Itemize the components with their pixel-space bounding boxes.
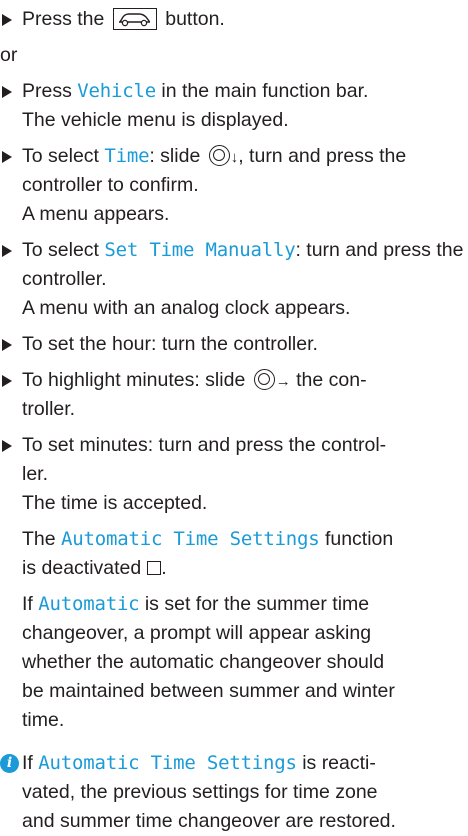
arrow-right-icon: →: [275, 373, 291, 390]
step-text: the con-: [296, 369, 367, 391]
note-text: changeover, a prompt will appear asking: [22, 622, 372, 644]
menu-term-automatic-time-settings: Automatic Time Settings: [38, 752, 297, 774]
note-text: If: [22, 593, 33, 615]
step-text: Press: [22, 80, 72, 102]
note-the: The: [22, 528, 56, 550]
bullet-triangle-icon: [2, 375, 12, 387]
note-summer-time: If Automatic is set for the summer time …: [0, 590, 468, 735]
step-text: Press the: [22, 8, 105, 30]
controller-icon: [208, 145, 230, 166]
controller-icon: [253, 369, 275, 390]
or-separator: or: [0, 44, 18, 66]
menu-term-set-time-manually: Set Time Manually: [104, 239, 296, 261]
info-text: and summer time changeover are restored.: [22, 810, 396, 832]
info-note: i If Automatic Time Settings is reacti- …: [0, 749, 468, 836]
checkbox-unchecked-icon: [147, 561, 162, 575]
step-text: button.: [165, 8, 225, 30]
note-text: be maintained between summer and winter: [22, 680, 395, 702]
step-result: The vehicle menu is displayed.: [22, 109, 289, 131]
step-highlight-minutes: To highlight minutes: slide → the con- t…: [0, 366, 468, 424]
bullet-triangle-icon: [2, 440, 12, 452]
step-text: To set the hour: turn the controller.: [22, 333, 318, 355]
step-set-minutes: To set minutes: turn and press the contr…: [0, 431, 468, 489]
step-text: To select: [22, 145, 99, 167]
step-text: To set minutes: turn and press the contr…: [22, 434, 387, 456]
info-text: is reacti-: [302, 752, 376, 774]
step-result: A menu appears.: [22, 203, 170, 225]
step-set-hour: To set the hour: turn the controller.: [0, 330, 468, 359]
note-text: function: [324, 528, 394, 550]
menu-term-automatic-time-settings: Automatic Time Settings: [61, 528, 320, 550]
note-deactivated: If The Automatic Time Settings function …: [22, 528, 394, 579]
note-text: is set for the summer time: [144, 593, 370, 615]
step-result: A menu with an analog clock appears.: [22, 297, 351, 319]
step-select-time: To select Time: slide ↓, turn and press …: [0, 142, 468, 200]
note-text: is deactivated: [22, 557, 142, 579]
note-text: whether the automatic changeover should: [22, 651, 385, 673]
step-press-car-button: Press the button.: [0, 5, 468, 34]
info-icon: i: [0, 754, 19, 773]
menu-term-time: Time: [104, 145, 150, 167]
note-text: time.: [22, 709, 65, 731]
step-result: The time is accepted.: [22, 492, 208, 514]
bullet-triangle-icon: [2, 151, 12, 163]
bullet-triangle-icon: [2, 339, 12, 351]
step-text: ler.: [22, 463, 49, 485]
menu-term-vehicle: Vehicle: [77, 80, 156, 102]
step-press-vehicle: Press Vehicle in the main function bar.: [0, 77, 468, 106]
instruction-page: Press the button. or Press Vehicle in th…: [0, 0, 468, 836]
bullet-triangle-icon: [2, 245, 12, 257]
info-text: If: [22, 752, 33, 774]
step-text: troller.: [22, 398, 76, 420]
car-button-icon: [112, 8, 157, 30]
menu-term-automatic: Automatic: [38, 593, 140, 615]
bullet-triangle-icon: [2, 86, 12, 98]
step-text: To highlight minutes: slide: [22, 369, 246, 391]
info-text: vated, the previous settings for time zo…: [22, 781, 378, 803]
step-select-set-time-manually: To select Set Time Manually: turn and pr…: [0, 236, 468, 294]
step-text: in the main function bar.: [161, 80, 369, 102]
step-text: To select: [22, 239, 99, 261]
bullet-triangle-icon: [2, 14, 12, 26]
step-text: : slide: [149, 145, 201, 167]
